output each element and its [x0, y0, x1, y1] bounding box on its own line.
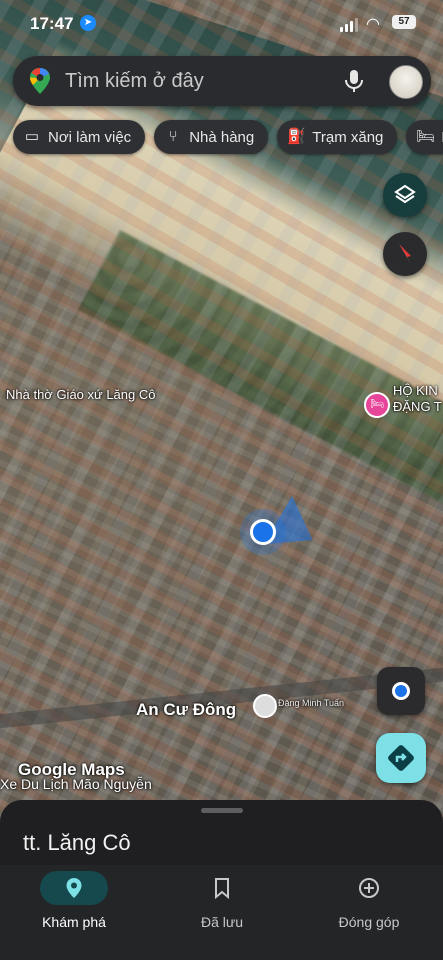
- status-time: 17:47: [30, 14, 74, 33]
- bottom-navigation: Khám phá Đã lưu Đóng góp: [0, 865, 443, 960]
- add-circle-icon: [359, 878, 379, 898]
- search-bar[interactable]: Tìm kiếm ở đây: [13, 56, 431, 106]
- briefcase-icon: ▭: [24, 128, 40, 145]
- category-chips: ▭ Nơi làm việc ⑂ Nhà hàng ⛽ Trạm xăng 🛏 …: [13, 120, 443, 154]
- hotel-bed-icon: 🛏: [416, 128, 436, 145]
- profile-avatar[interactable]: [389, 65, 423, 99]
- nav-saved[interactable]: Đã lưu: [162, 871, 282, 930]
- layers-button[interactable]: [383, 173, 427, 217]
- directions-icon: [388, 745, 414, 771]
- location-title: tt. Lăng Cô: [23, 830, 131, 855]
- current-location-dot[interactable]: [250, 519, 276, 545]
- chip-label: Trạm xăng: [312, 128, 384, 146]
- bookmark-icon: [215, 878, 229, 899]
- hotel-pin-icon[interactable]: 🛏: [364, 392, 390, 418]
- nav-contribute-label: Đóng góp: [338, 914, 400, 930]
- nav-explore-label: Khám phá: [42, 914, 106, 930]
- cellular-signal-icon: [340, 18, 358, 32]
- restaurant-icon: ⑂: [168, 128, 178, 145]
- street-label: An Cư Đông: [136, 700, 237, 719]
- chip-label: Nhà hàng: [189, 128, 255, 146]
- compass-button[interactable]: [383, 232, 427, 276]
- search-input[interactable]: Tìm kiếm ở đây: [65, 70, 204, 93]
- hotel-label[interactable]: HỘ KIN ĐẶNG T: [393, 383, 442, 415]
- microphone-icon[interactable]: [343, 69, 365, 93]
- wifi-icon: ◠: [366, 16, 380, 33]
- compass-icon: [399, 244, 411, 264]
- my-location-button[interactable]: [377, 667, 425, 715]
- chip-label: Nơi làm việc: [48, 128, 132, 146]
- location-pin-icon: [66, 878, 82, 898]
- directions-button[interactable]: [376, 733, 426, 783]
- nav-contribute[interactable]: Đóng góp: [309, 871, 429, 930]
- shop-label[interactable]: Xe Du Lịch Mão Nguyễn: [0, 776, 152, 792]
- person-label[interactable]: Đặng Minh Tuấn: [278, 698, 344, 708]
- contribute-tab-pill: [335, 871, 403, 905]
- chip-gas-station[interactable]: ⛽ Trạm xăng: [277, 120, 398, 154]
- hotel-label-line2: ĐẶNG T: [393, 399, 442, 414]
- chip-restaurant[interactable]: ⑂ Nhà hàng: [154, 120, 269, 154]
- layers-icon: [394, 184, 416, 204]
- chip-workplace[interactable]: ▭ Nơi làm việc: [13, 120, 146, 154]
- location-arrow-icon: ➤: [80, 15, 96, 31]
- google-maps-logo-icon: [30, 68, 50, 94]
- person-avatar-pin[interactable]: [253, 694, 277, 718]
- hotel-label-line1: HỘ KIN: [393, 383, 438, 398]
- gas-station-icon: ⛽: [287, 128, 306, 145]
- nav-saved-label: Đã lưu: [200, 914, 244, 930]
- chip-hotel[interactable]: 🛏 K: [406, 120, 443, 154]
- sheet-drag-handle[interactable]: [201, 808, 243, 813]
- nav-explore[interactable]: Khám phá: [14, 871, 134, 930]
- my-location-icon: [392, 682, 410, 700]
- explore-tab-pill: [40, 871, 108, 905]
- battery-icon: 57: [392, 15, 416, 29]
- church-label[interactable]: Nhà thờ Giáo xứ Lăng Cô: [6, 387, 155, 402]
- saved-tab-pill: [188, 871, 256, 905]
- status-bar: 17:47 ➤ ◠ 57: [0, 0, 443, 48]
